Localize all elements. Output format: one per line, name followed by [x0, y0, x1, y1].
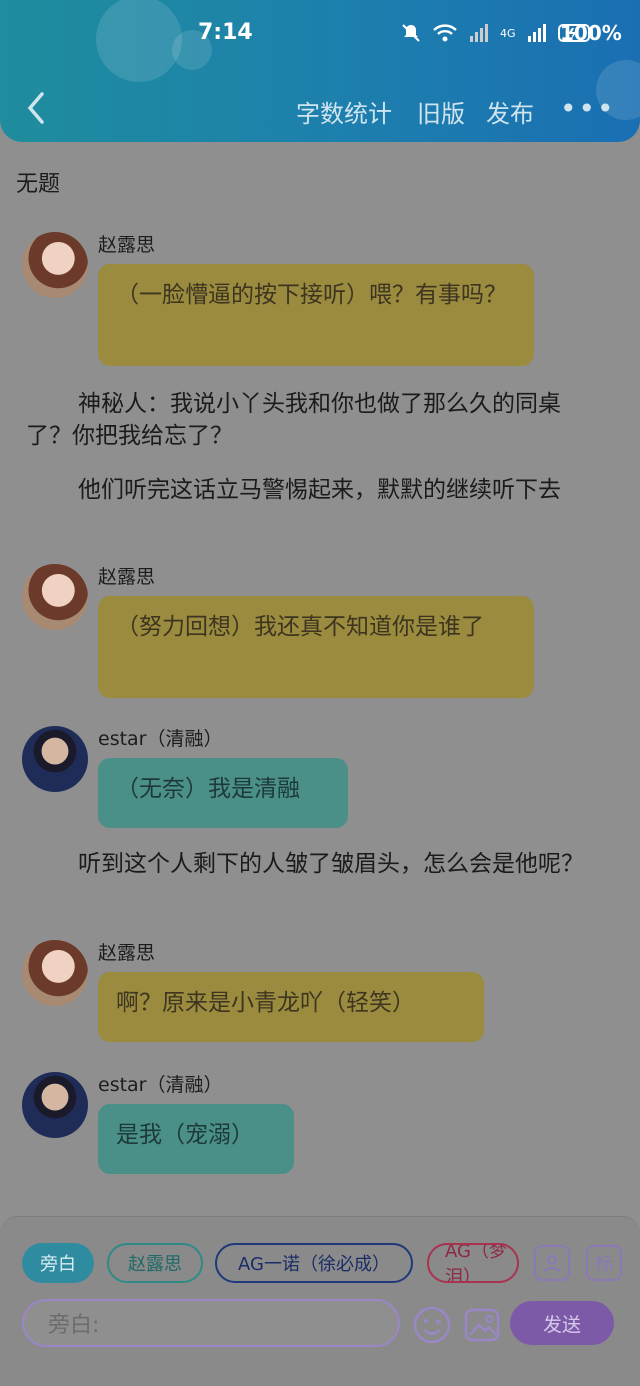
role-chip-narrator[interactable]: 旁白: [22, 1243, 94, 1283]
message-bubble[interactable]: （一脸懵逼的按下接听）喂？有事吗？: [98, 264, 534, 366]
speaker-name: estar（清融）: [98, 728, 223, 750]
girl-avatar[interactable]: [22, 232, 88, 298]
network-label: 4G: [500, 26, 516, 40]
composer-panel: 旁白 赵露思 AG一诺（徐必成） AG（梦泪） 标 旁白: 发送: [0, 1216, 640, 1386]
tag-button[interactable]: 标: [586, 1245, 622, 1281]
girl-avatar[interactable]: [22, 940, 88, 1006]
speaker-name: estar（清融）: [98, 1074, 223, 1096]
status-time: 7:14: [198, 20, 253, 45]
user-icon: [543, 1255, 561, 1273]
boy-avatar[interactable]: [22, 726, 88, 792]
role-chip-zhaolusi[interactable]: 赵露思: [107, 1243, 203, 1283]
status-bar: 7:14 4G 100%: [0, 18, 640, 54]
doc-title[interactable]: 无题: [16, 166, 60, 198]
word-count-button[interactable]: 字数统计: [296, 94, 392, 129]
narration-text[interactable]: 听到这个人剩下的人皱了皱眉头，怎么会是他呢？: [26, 848, 606, 880]
message-bubble[interactable]: 啊？原来是小青龙吖（轻笑）: [98, 972, 484, 1042]
role-chip-ag-menglei[interactable]: AG（梦泪）: [427, 1243, 519, 1283]
publish-button[interactable]: 发布: [486, 94, 534, 129]
message-input[interactable]: 旁白:: [22, 1299, 400, 1347]
wifi-icon: [433, 24, 457, 42]
old-version-button[interactable]: 旧版: [417, 94, 465, 129]
top-nav: 字数统计 旧版 发布 •••: [0, 88, 640, 132]
speaker-name: 赵露思: [98, 234, 156, 256]
narration-text[interactable]: 神秘人：我说小丫头我和你也做了那么久的同桌了？你把我给忘了？: [26, 388, 606, 452]
mute-icon: [402, 24, 420, 42]
message-bubble[interactable]: （无奈）我是清融: [98, 758, 348, 828]
signal-icon: [527, 24, 546, 42]
emoji-icon[interactable]: [412, 1305, 452, 1345]
narration-text[interactable]: 他们听完这话立马警惕起来，默默的继续听下去: [26, 474, 606, 506]
girl-avatar[interactable]: [22, 564, 88, 630]
send-button[interactable]: 发送: [510, 1301, 614, 1345]
speaker-name: 赵露思: [98, 942, 156, 964]
image-icon[interactable]: [462, 1305, 502, 1345]
chat-content: 无题 赵露思 （一脸懵逼的按下接听）喂？有事吗？ 神秘人：我说小丫头我和你也做了…: [0, 142, 640, 1212]
role-chip-ag-yinuo[interactable]: AG一诺（徐必成）: [215, 1243, 413, 1283]
speaker-name: 赵露思: [98, 566, 156, 588]
battery-percent: 100%: [560, 21, 622, 45]
back-arrow-icon[interactable]: [18, 88, 58, 128]
message-bubble[interactable]: 是我（宠溺）: [98, 1104, 294, 1174]
message-bubble[interactable]: （努力回想）我还真不知道你是谁了: [98, 596, 534, 698]
signal-off-icon: [470, 24, 488, 42]
role-manage-icon[interactable]: [534, 1245, 570, 1281]
more-icon[interactable]: •••: [560, 92, 616, 125]
app-header: 7:14 4G 100% 字数统计 旧版 发布 •••: [0, 0, 640, 142]
boy-avatar[interactable]: [22, 1072, 88, 1138]
